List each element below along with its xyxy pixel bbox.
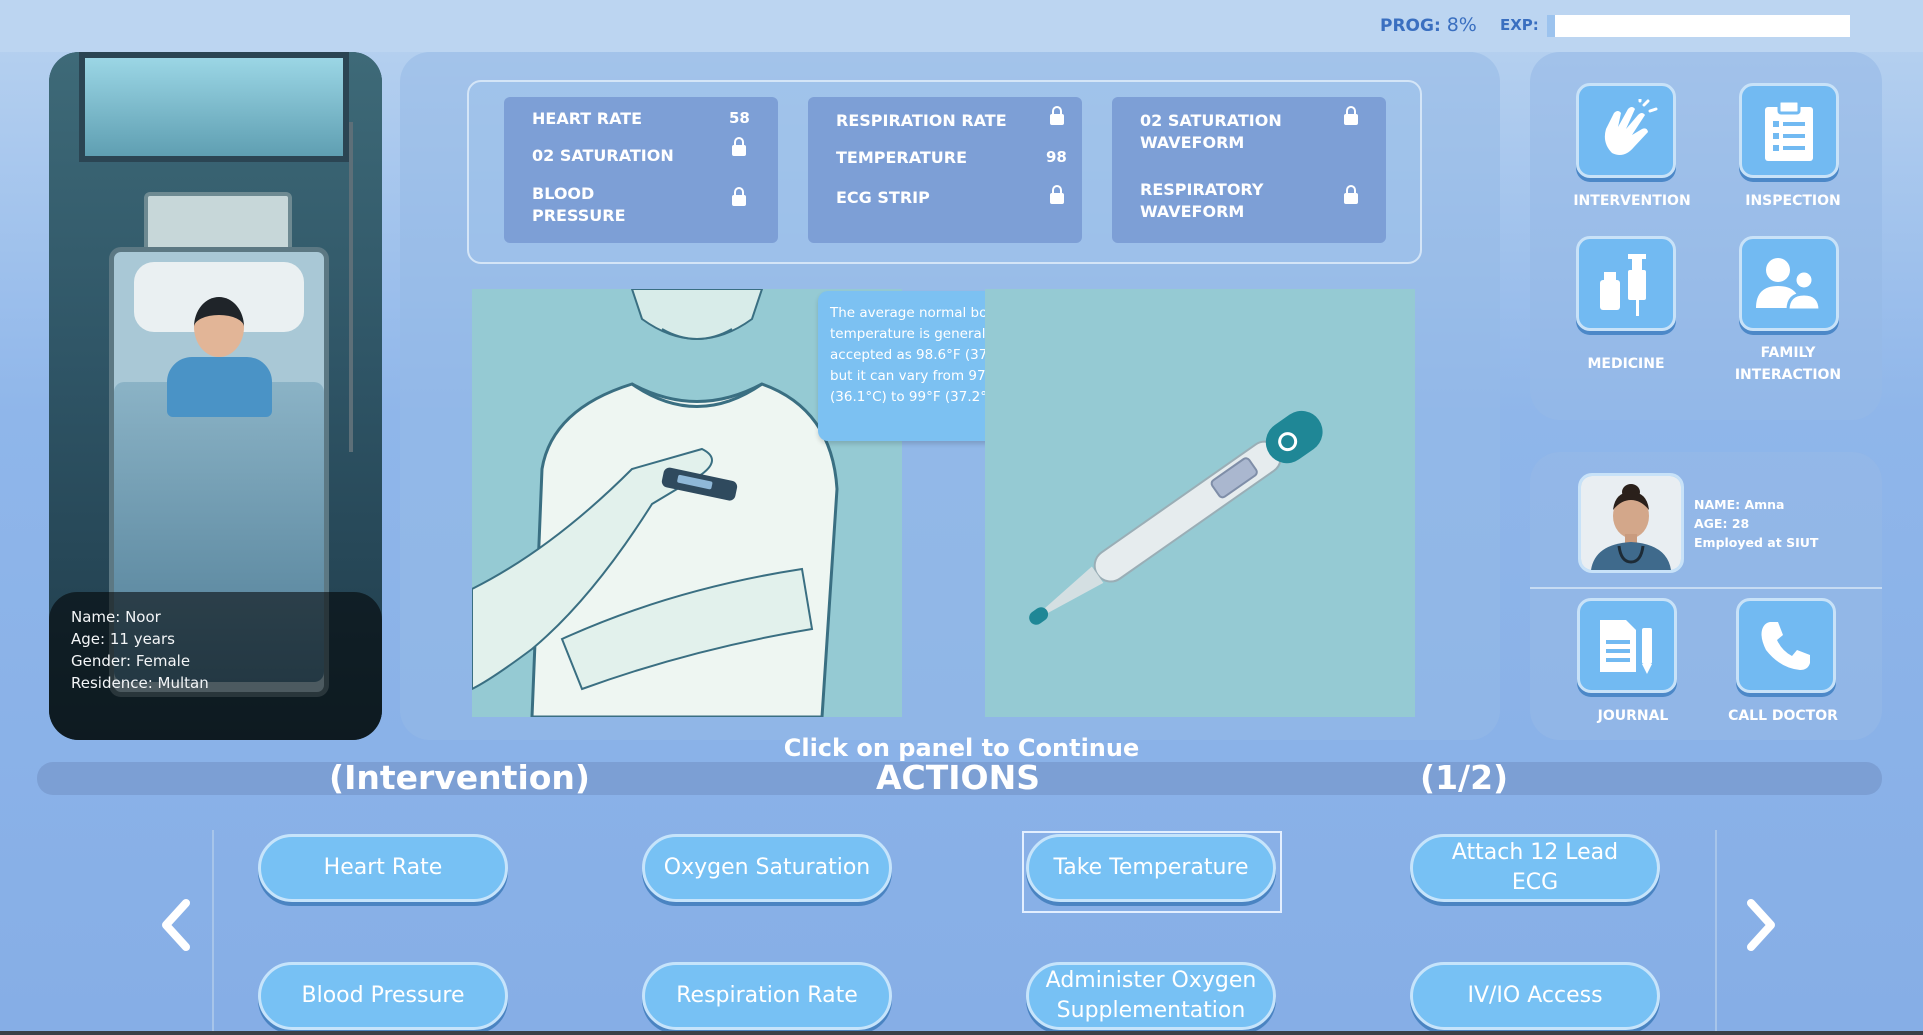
vital-temperature[interactable]: TEMPERATURE [836,147,967,169]
action-oxygen-saturation-button[interactable]: Oxygen Saturation [642,834,892,902]
vitals-box-1: HEART RATE 58 02 SATURATION BLOOD PRESSU… [504,97,778,243]
nav-divider-left [212,830,214,1035]
heart-rate-value: 58 [729,109,750,127]
call-doctor-label: CALL DOCTOR [1728,708,1838,724]
nurse-panel-divider [1530,587,1882,589]
vital-heart-rate[interactable]: HEART RATE [532,108,642,130]
action-heart-rate-button[interactable]: Heart Rate [258,834,508,902]
exp-label: EXP: [1500,16,1539,34]
bp-line-1: BLOOD [532,184,595,203]
medicine-label: MEDICINE [1587,356,1665,372]
bp-line-2: PRESSURE [532,206,626,225]
patient-age: Age: 11 years [71,630,175,648]
wave-hand-icon [1604,98,1658,155]
progress-label: PROG: [1380,16,1441,36]
call-doctor-button[interactable] [1736,598,1836,693]
family-label-line-1: FAMILY [1760,345,1816,361]
patient-residence: Residence: Multan [71,674,209,692]
oxygen-supp-line-1: Administer Oxygen [1045,968,1257,993]
actions-category: (Intervention) [329,758,591,797]
patient-gender: Gender: Female [71,652,191,670]
oxygen-supp-line-2: Supplementation [1056,998,1246,1023]
inspection-label: INSPECTION [1745,193,1841,209]
vitals-box-3: 02 SATURATION WAVEFORM RESPIRATORY WAVEF… [1112,97,1386,243]
patient-name: Name: Noor [71,608,161,626]
nav-divider-right [1715,830,1717,1035]
progress-value: 8% [1446,14,1477,36]
progress-indicator: PROG: 8% [1380,14,1477,36]
o2-waveform-line-1: 02 SATURATION [1140,111,1282,130]
vital-respiration-rate[interactable]: RESPIRATION RATE [836,110,1007,132]
patient-card[interactable]: Name: Noor Age: 11 years Gender: Female … [49,52,382,740]
medicine-icon [1600,253,1646,316]
journal-button[interactable] [1577,598,1677,693]
nurse-employment: Employed at SIUT [1694,535,1819,550]
clipboard-icon [1765,99,1813,161]
nurse-name: NAME: Amna [1694,497,1785,512]
lock-icon [1050,185,1064,204]
vital-blood-pressure[interactable]: BLOOD PRESSURE [532,183,626,227]
attach-ecg-line-1: Attach 12 Lead [1451,840,1619,865]
actions-page-indicator: (1/2) [1420,758,1509,797]
patient-head [194,297,244,357]
iv-pole [349,122,353,452]
lock-icon [732,137,746,156]
lock-icon [1344,106,1358,125]
vitals-box-2: RESPIRATION RATE TEMPERATURE 98 ECG STRI… [808,97,1082,243]
vital-ecg-strip[interactable]: ECG STRIP [836,187,930,209]
nurse-info: NAME: Amna AGE: 28 Employed at SIUT [1694,495,1818,552]
lock-icon [732,187,746,206]
action-take-temperature-button[interactable]: Take Temperature [1026,834,1276,902]
attach-ecg-line-2: ECG [1511,870,1559,895]
journal-label: JOURNAL [1597,708,1669,724]
action-attach-ecg-button[interactable]: Attach 12 Lead ECG [1410,834,1660,902]
actions-title: ACTIONS [876,758,1040,797]
action-respiration-rate-button[interactable]: Respiration Rate [642,962,892,1030]
family-icon [1756,257,1822,311]
action-iv-io-access-button[interactable]: IV/IO Access [1410,962,1660,1030]
chevron-right-icon [1747,899,1775,951]
exp-bar [1547,15,1850,37]
intervention-button[interactable] [1576,83,1676,178]
vital-o2-saturation[interactable]: 02 SATURATION [532,145,674,167]
action-blood-pressure-button[interactable]: Blood Pressure [258,962,508,1030]
patient-body [167,357,272,417]
intervention-label: INTERVENTION [1573,193,1691,209]
journal-icon [1600,619,1652,674]
lock-icon [1344,185,1358,204]
prev-page-button[interactable] [155,895,195,955]
nurse-avatar [1578,473,1684,573]
vital-o2-waveform[interactable]: 02 SATURATION WAVEFORM [1140,110,1282,154]
vital-respiratory-waveform[interactable]: RESPIRATORY WAVEFORM [1140,179,1263,223]
illustration-thermometer[interactable] [985,289,1415,717]
o2-waveform-line-2: WAVEFORM [1140,133,1245,152]
nurse-portrait [1581,476,1681,570]
action-oxygen-supplementation-button[interactable]: Administer Oxygen Supplementation [1026,962,1276,1030]
chevron-left-icon [162,899,190,951]
family-interaction-button[interactable] [1739,236,1839,331]
family-interaction-label: FAMILY INTERACTION [1718,342,1858,386]
inspection-button[interactable] [1739,83,1839,178]
thermometer-icon [1029,410,1323,625]
phone-icon [1761,621,1810,670]
resp-waveform-line-1: RESPIRATORY [1140,180,1264,199]
temperature-value: 98 [1046,148,1067,166]
medicine-button[interactable] [1576,236,1676,331]
lock-icon [1050,106,1064,125]
resp-waveform-line-2: WAVEFORM [1140,202,1245,221]
patient-info: Name: Noor Age: 11 years Gender: Female … [49,592,382,740]
next-page-button[interactable] [1742,895,1782,955]
bottom-edge [0,1031,1923,1035]
room-window [79,52,349,162]
nurse-age: AGE: 28 [1694,516,1750,531]
family-label-line-2: INTERACTION [1734,367,1842,383]
